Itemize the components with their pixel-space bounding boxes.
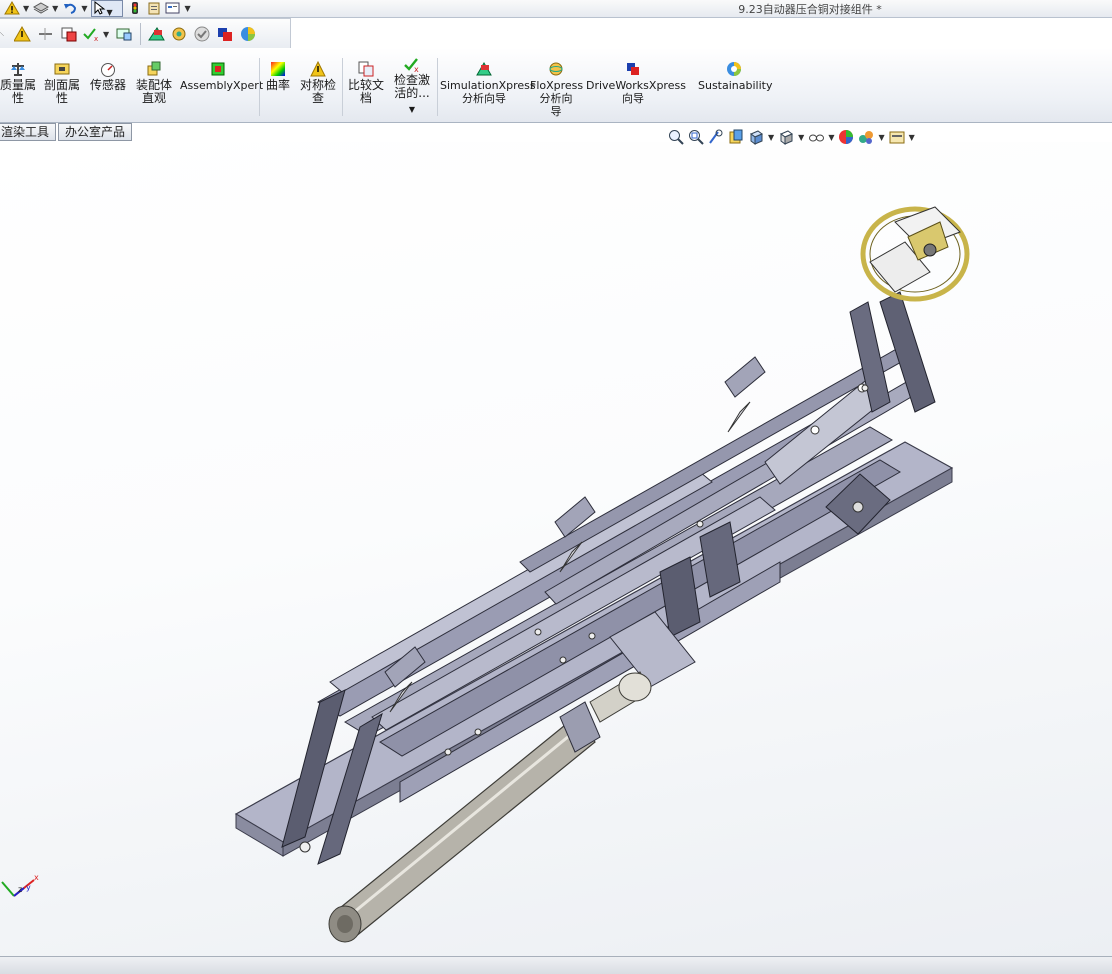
ribbon-label: FloXpress 分析向 导 [530,79,584,118]
check-circle-icon[interactable] [194,26,211,42]
tab-render-tools[interactable]: 渲染工具 [0,123,57,141]
section-properties-button[interactable]: 剖面属 性 [42,61,82,105]
file-properties-icon[interactable] [165,1,181,15]
traffic-light-icon[interactable] [127,1,143,15]
chevron-down-icon[interactable]: ▼ [909,133,915,142]
ribbon-label: 剖面属 性 [43,78,80,105]
assembly-model-3d[interactable] [0,142,1112,957]
chevron-down-icon[interactable]: ▼ [52,4,58,13]
symmetry-check-button[interactable]: 对称检 查 [297,61,339,105]
select-pointer-button[interactable]: ▼ [91,0,124,17]
move-icon[interactable] [37,26,54,42]
warning-icon[interactable] [14,26,31,42]
ribbon-label: AssemblyXpert [180,79,264,92]
chevron-down-icon[interactable]: ▼ [798,133,804,142]
compare-documents-button[interactable]: 比较文 档 [345,61,387,105]
chevron-down-icon[interactable]: ▼ [828,133,834,142]
chevron-down-icon[interactable]: ▼ [391,103,433,116]
triad-y-label: y [26,883,31,892]
ribbon-label: 对称检 查 [299,78,336,105]
chevron-down-icon[interactable]: ▼ [768,133,774,142]
title-bar: ▼ ▼ ▼ ▼ ▼ 9.23自动器压合铜对接组件 * [0,0,1112,18]
ribbon-label: SimulationXpress 分析向导 [440,79,536,105]
assembly-icon[interactable] [116,26,133,42]
ribbon-separator [259,58,260,116]
curvature-icon [271,62,285,76]
undo-icon[interactable] [62,1,78,15]
status-bar [0,956,1112,974]
ribbon-label: Sustainability [698,79,773,92]
chevron-down-icon[interactable]: ▼ [878,133,884,142]
sustainability-button[interactable]: Sustainability [698,61,773,92]
simulation-icon[interactable] [148,26,166,42]
section-icon[interactable] [60,26,77,42]
window-title: 9.23自动器压合铜对接组件 * [738,3,882,16]
ribbon-label: 比较文 档 [347,78,384,105]
secondary-toolbar: x ▼ [0,18,291,50]
clipboard-icon[interactable] [146,1,162,15]
sustainability-icon [727,62,741,76]
tab-office-products[interactable]: 办公室产品 [58,123,133,141]
gear-icon[interactable] [171,26,188,42]
sustainability-icon[interactable] [240,26,257,42]
quick-access-toolbar: ▼ ▼ ▼ ▼ ▼ [4,0,195,17]
chevron-down-icon[interactable]: ▼ [23,4,29,13]
layers-icon[interactable] [33,1,50,15]
svg-text:x: x [94,35,98,42]
svg-text:x: x [414,65,419,72]
simulation-icon [476,62,492,76]
triad-z-label: z [18,885,22,894]
mass-properties-button[interactable]: 质量属 性 [0,61,36,105]
ribbon-label: 检查激 活的... [393,73,430,100]
triad-x-label: x [34,873,39,882]
ribbon-label: 装配体 直观 [135,78,172,105]
reference-triad: x y z [1,873,39,897]
assembly-visualization-icon [147,61,161,76]
gauge-icon [101,63,115,77]
ribbon-separator [342,58,343,116]
scale-icon [11,63,25,76]
toolbar-separator [140,23,142,45]
assemblyxpert-icon [211,62,225,76]
ribbon-label: 传感器 [89,78,126,92]
flow-icon [549,62,563,76]
simulationxpress-button[interactable]: SimulationXpress 分析向导 [440,61,536,105]
assemblyxpert-button[interactable]: AssemblyXpert [180,61,263,92]
measure-icon[interactable] [0,26,8,42]
warning-icon [310,61,326,77]
check-active-document-button[interactable]: x 检查激 活的... ▼ [391,56,433,116]
section-properties-icon [54,63,70,75]
check-icon: x [404,58,419,72]
command-manager-ribbon: 质量属 性 剖面属 性 传感器 装配体 直观 AssemblyXpert 曲率 … [0,48,1112,123]
ribbon-separator [437,58,438,116]
ribbon-label: DriveWorksXpress 向导 [586,79,686,105]
driveworksxpress-button[interactable]: DriveWorksXpress 向导 [586,61,686,105]
ribbon-label: 质量属 性 [0,78,37,105]
ribbon-label: 曲率 [265,78,290,92]
chevron-down-icon[interactable]: ▼ [103,30,109,39]
compare-icon [358,61,374,77]
warning-icon[interactable] [4,1,20,15]
colors-icon[interactable] [217,26,234,42]
sensors-button[interactable]: 传感器 [88,61,128,92]
chevron-down-icon[interactable]: ▼ [81,4,87,13]
driveworks-icon [627,63,639,75]
check-icon[interactable]: x [83,26,100,42]
select-pointer-icon [94,0,106,15]
command-tabs: 渲染工具 办公室产品 [0,123,134,141]
floxpress-button[interactable]: FloXpress 分析向 导 [530,61,584,118]
chevron-down-icon[interactable]: ▼ [184,4,190,13]
assembly-visualization-button[interactable]: 装配体 直观 [134,61,174,105]
curvature-button[interactable]: 曲率 [262,61,294,92]
